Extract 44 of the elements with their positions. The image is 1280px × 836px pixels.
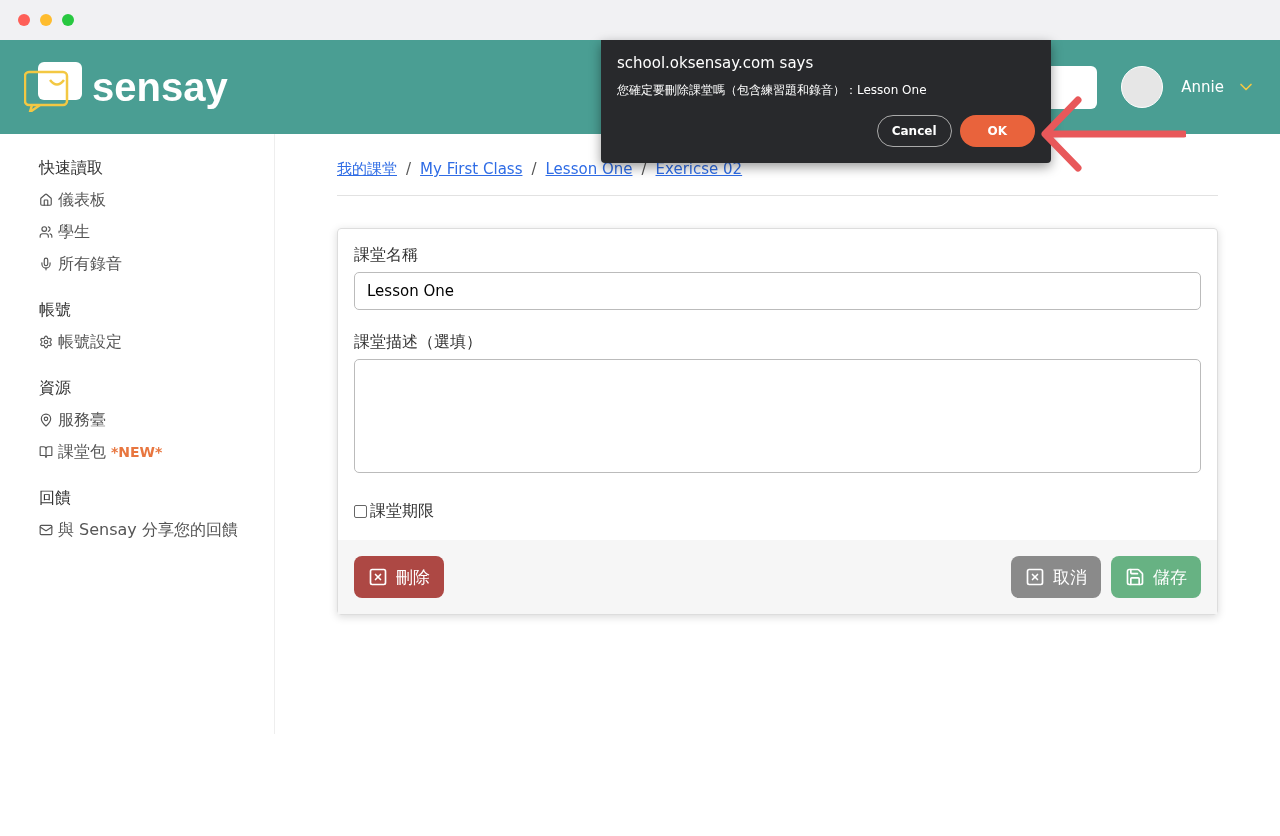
sidebar-section-title: 快速讀取	[39, 158, 104, 179]
home-icon	[39, 193, 53, 207]
breadcrumb-link[interactable]: 我的課堂	[337, 160, 397, 179]
dialog-message: 您確定要刪除課堂嗎（包含練習題和錄音）：Lesson One	[617, 82, 928, 99]
maximize-window-button[interactable]	[62, 14, 74, 26]
sidebar-section-title: 資源	[39, 378, 72, 399]
book-icon	[39, 445, 53, 459]
checkbox-label: 課堂期限	[370, 501, 434, 522]
close-icon	[368, 567, 388, 587]
sidebar-item[interactable]: 所有錄音	[39, 250, 274, 278]
sidebar-item-label: 課堂包	[58, 441, 106, 463]
dialog-title: school.oksensay.com says	[617, 54, 815, 72]
sidebar-section-title: 帳號	[39, 300, 72, 321]
sidebar-item[interactable]: 課堂包 *NEW*	[39, 438, 274, 466]
description-field[interactable]	[354, 359, 1201, 473]
speech-bubbles-logo-icon	[24, 62, 82, 112]
sidebar-section-title: 回饋	[39, 488, 72, 509]
breadcrumb-link[interactable]: Lesson One	[545, 160, 633, 179]
breadcrumb-separator: /	[531, 160, 537, 179]
close-icon	[1025, 567, 1045, 587]
minimize-window-button[interactable]	[40, 14, 52, 26]
sidebar-item[interactable]: 帳號設定	[39, 328, 274, 356]
close-window-button[interactable]	[18, 14, 30, 26]
delete-button[interactable]: 刪除	[354, 556, 444, 598]
field-label: 課堂名稱	[354, 245, 419, 266]
microphone-icon	[39, 257, 53, 271]
sidebar-item[interactable]: 學生	[39, 218, 274, 246]
settings-icon	[39, 335, 53, 349]
lesson-name-field[interactable]: Lesson One	[354, 272, 1201, 310]
map-pin-icon	[39, 413, 53, 427]
users-icon	[39, 225, 53, 239]
save-icon	[1125, 567, 1145, 587]
logo-text: sensay	[92, 64, 228, 110]
field-label: 課堂描述（選填）	[354, 332, 483, 353]
mail-icon	[39, 523, 53, 537]
user-avatar[interactable]	[1121, 66, 1164, 108]
new-label: *NEW*	[111, 444, 163, 460]
breadcrumb-separator: /	[406, 160, 412, 179]
deadline-checkbox[interactable]	[354, 505, 367, 518]
sidebar-item[interactable]: 服務臺	[39, 406, 274, 434]
sidebar-item[interactable]: 儀表板	[39, 186, 274, 214]
arrow-annotation-icon	[1040, 96, 1186, 172]
breadcrumb-link[interactable]: My First Class	[420, 160, 523, 179]
sidebar-item[interactable]: 與 Sensay 分享您的回饋	[39, 516, 274, 544]
